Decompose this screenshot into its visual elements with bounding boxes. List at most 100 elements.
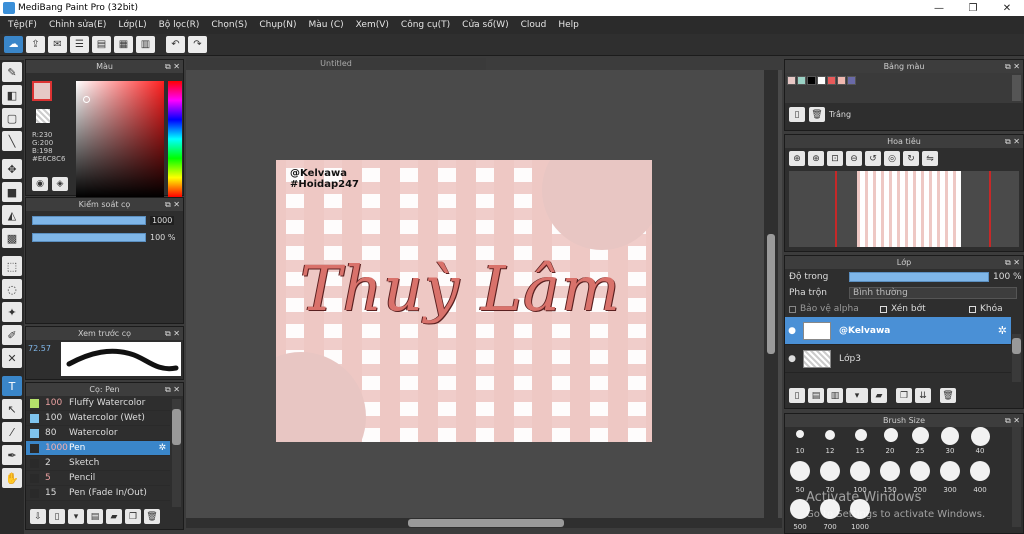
palette-swatch[interactable] bbox=[827, 76, 836, 85]
lock-checkbox[interactable] bbox=[969, 305, 976, 313]
canvas-horizontal-scrollbar[interactable] bbox=[186, 518, 782, 528]
palette-swatch[interactable] bbox=[817, 76, 826, 85]
artboard[interactable]: @Kelvawa #Hoidap247 Thuỳ Lâm bbox=[276, 160, 652, 442]
lasso-tool-icon[interactable]: ◌ bbox=[2, 279, 22, 299]
brush-tool-icon[interactable]: ✎ bbox=[2, 62, 22, 82]
add-brush-icon[interactable]: ▾ bbox=[68, 509, 84, 524]
panel-close-icon[interactable]: ⧉ ✕ bbox=[1005, 256, 1020, 269]
share-icon[interactable]: ⇪ bbox=[26, 36, 45, 53]
clipping-checkbox[interactable] bbox=[880, 305, 887, 313]
brush-settings-icon[interactable]: ✲ bbox=[158, 443, 166, 453]
protect-alpha-checkbox[interactable] bbox=[789, 305, 796, 313]
minimize-button[interactable]: — bbox=[922, 0, 956, 16]
chat-icon[interactable]: ☰ bbox=[70, 36, 89, 53]
pen-tool-icon[interactable]: ✒ bbox=[2, 445, 22, 465]
cloud-icon[interactable]: ☁ bbox=[4, 36, 23, 53]
background-color-swatch[interactable] bbox=[36, 109, 50, 123]
duplicate-icon[interactable]: ❐ bbox=[125, 509, 141, 524]
move-tool-icon[interactable]: ✥ bbox=[2, 159, 22, 179]
brush-size-option[interactable] bbox=[855, 429, 867, 441]
brush-properties-icon[interactable]: ▤ bbox=[87, 509, 103, 524]
brush-size-option[interactable] bbox=[910, 461, 930, 481]
menu-snap[interactable]: Chụp(N) bbox=[253, 20, 302, 30]
brush-size-option[interactable] bbox=[940, 461, 960, 481]
gradient-tool-icon[interactable]: ▩ bbox=[2, 228, 22, 248]
comment-icon[interactable]: ✉ bbox=[48, 36, 67, 53]
delete-layer-icon[interactable]: 🗑 bbox=[940, 388, 956, 403]
new-layer-icon[interactable]: ▯ bbox=[789, 388, 805, 403]
brush-size-option[interactable] bbox=[790, 461, 810, 481]
brush-item[interactable]: 2 Sketch bbox=[26, 456, 170, 471]
menu-view[interactable]: Xem(V) bbox=[350, 20, 395, 30]
layer-opacity-slider[interactable] bbox=[849, 272, 989, 282]
panel-close-icon[interactable]: ⧉ ✕ bbox=[165, 327, 180, 340]
menu-select[interactable]: Chọn(S) bbox=[205, 20, 253, 30]
brush-item-selected[interactable]: 1000 Pen ✲ bbox=[26, 441, 170, 456]
menu-color[interactable]: Màu (C) bbox=[303, 20, 350, 30]
brush-size-option[interactable] bbox=[884, 428, 898, 442]
eraser-tool-icon[interactable]: ◧ bbox=[2, 85, 22, 105]
cloud-download-icon[interactable]: ⇩ bbox=[30, 509, 46, 524]
redo-icon[interactable]: ↷ bbox=[188, 36, 207, 53]
saturation-value-picker[interactable] bbox=[76, 81, 164, 197]
palette-swatch[interactable] bbox=[837, 76, 846, 85]
panel-close-icon[interactable]: ⧉ ✕ bbox=[165, 198, 180, 211]
brush-size-scrollbar[interactable] bbox=[1012, 427, 1021, 527]
merge-layer-icon[interactable]: ⇊ bbox=[915, 388, 931, 403]
brush-size-option[interactable] bbox=[825, 430, 835, 440]
palette-swatch[interactable] bbox=[847, 76, 856, 85]
zoom-in-icon[interactable]: ⊕ bbox=[789, 151, 805, 166]
grid-icon[interactable]: ▦ bbox=[114, 36, 133, 53]
shape-tool-icon[interactable]: ▢ bbox=[2, 108, 22, 128]
select-pen-tool-icon[interactable]: ✐ bbox=[2, 325, 22, 345]
layer-scrollbar[interactable] bbox=[1012, 334, 1021, 382]
text-tool-icon[interactable]: T bbox=[2, 376, 22, 396]
folder-icon[interactable]: ▰ bbox=[106, 509, 122, 524]
layout-icon[interactable]: ▥ bbox=[136, 36, 155, 53]
brush-size-option[interactable] bbox=[971, 427, 990, 446]
menu-filter[interactable]: Bộ lọc(R) bbox=[153, 20, 206, 30]
menu-edit[interactable]: Chỉnh sửa(E) bbox=[43, 20, 112, 30]
select-rect-tool-icon[interactable]: ⬚ bbox=[2, 256, 22, 276]
hue-slider[interactable] bbox=[168, 81, 182, 197]
eyedropper-tool-icon[interactable]: ⁄ bbox=[2, 422, 22, 442]
brush-size-option[interactable] bbox=[820, 461, 840, 481]
add-layer-menu-icon[interactable]: ▾ bbox=[846, 388, 868, 403]
reset-view-icon[interactable]: ◎ bbox=[884, 151, 900, 166]
brush-size-option[interactable] bbox=[970, 461, 990, 481]
magic-wand-tool-icon[interactable]: ✦ bbox=[2, 302, 22, 322]
layer-item-selected[interactable]: ● @Kelvawa ✲ bbox=[785, 317, 1011, 345]
layer-folder-icon[interactable]: ▰ bbox=[871, 388, 887, 403]
flip-icon[interactable]: ⇋ bbox=[922, 151, 938, 166]
panel-close-icon[interactable]: ⧉ ✕ bbox=[165, 60, 180, 73]
brush-item[interactable]: 80 Watercolor bbox=[26, 426, 170, 441]
layer-visibility-icon[interactable]: ● bbox=[785, 326, 799, 336]
canvas-vertical-scrollbar[interactable] bbox=[764, 70, 778, 518]
panel-close-icon[interactable]: ⧉ ✕ bbox=[165, 383, 180, 396]
brush-item[interactable]: 100 Fluffy Watercolor bbox=[26, 396, 170, 411]
brush-size-option[interactable] bbox=[941, 427, 959, 445]
menu-tools[interactable]: Công cụ(T) bbox=[395, 20, 456, 30]
brush-size-option[interactable] bbox=[880, 461, 900, 481]
foreground-color-swatch[interactable] bbox=[32, 81, 52, 101]
brush-item[interactable]: 100 Watercolor (Wet) bbox=[26, 411, 170, 426]
rotate-right-icon[interactable]: ↻ bbox=[903, 151, 919, 166]
line-tool-icon[interactable]: ╲ bbox=[2, 131, 22, 151]
layer-visibility-icon[interactable]: ● bbox=[785, 354, 799, 364]
brush-opacity-slider[interactable]: 100 % bbox=[32, 232, 183, 242]
bucket-tool-icon[interactable]: ◭ bbox=[2, 205, 22, 225]
brush-size-slider[interactable]: 1000 bbox=[32, 215, 183, 225]
hand-tool-icon[interactable]: ✋ bbox=[2, 468, 22, 488]
brush-item[interactable]: 15 Pen (Fade In/Out) bbox=[26, 486, 170, 501]
blend-mode-select[interactable]: Bình thường bbox=[849, 287, 1017, 299]
menu-help[interactable]: Help bbox=[552, 20, 585, 30]
palette-icon[interactable]: ◉ bbox=[32, 177, 48, 191]
duplicate-layer-icon[interactable]: ❐ bbox=[896, 388, 912, 403]
trash-icon[interactable]: 🗑 bbox=[144, 509, 160, 524]
layer-settings-icon[interactable]: ✲ bbox=[998, 324, 1007, 337]
menu-window[interactable]: Cửa sổ(W) bbox=[456, 20, 514, 30]
brush-list-scrollbar[interactable] bbox=[172, 399, 181, 507]
panel-close-icon[interactable]: ⧉ ✕ bbox=[1005, 135, 1020, 148]
brush-size-value[interactable]: 1000 bbox=[150, 215, 175, 225]
brush-item[interactable]: 5 Pencil bbox=[26, 471, 170, 486]
